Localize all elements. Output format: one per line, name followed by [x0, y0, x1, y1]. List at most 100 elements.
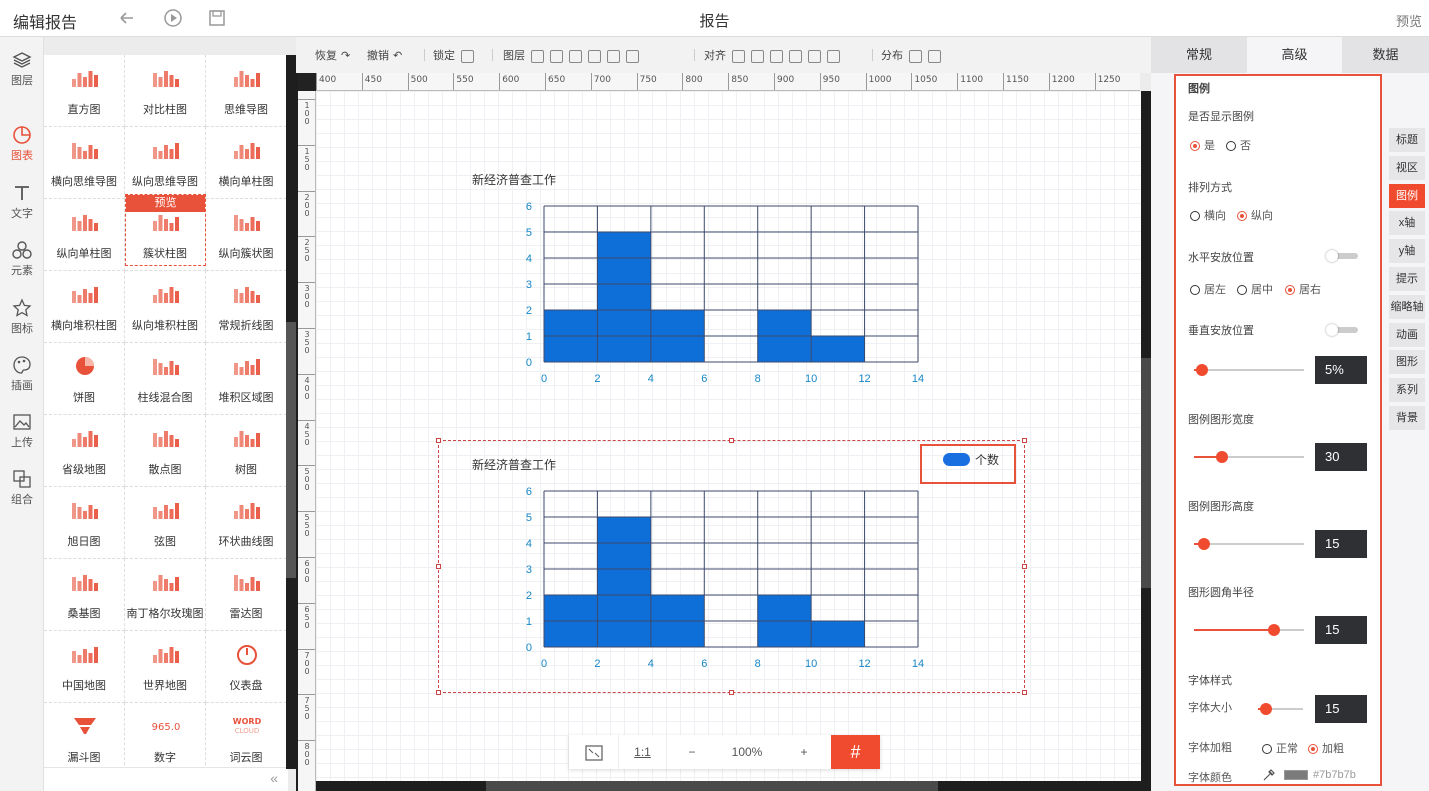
nav-elements[interactable]: 元素: [0, 232, 44, 288]
palette-item-26[interactable]: 世界地图: [125, 631, 206, 703]
palette-item-25[interactable]: 中国地图: [44, 631, 125, 703]
align-top-icon[interactable]: [789, 49, 802, 63]
palette-item-3[interactable]: 思维导图: [206, 55, 287, 127]
resize-handle[interactable]: [729, 690, 734, 695]
tab-data[interactable]: 数据: [1342, 37, 1429, 73]
font-weight-normal[interactable]: 正常: [1262, 740, 1298, 756]
align-bottom-icon[interactable]: [827, 49, 840, 63]
palette-item-5[interactable]: 纵向思维导图: [125, 127, 206, 199]
palette-item-7[interactable]: 纵向单柱图: [44, 199, 125, 271]
palette-item-13[interactable]: 饼图: [44, 343, 125, 415]
align-buttons[interactable]: 对齐: [704, 47, 840, 63]
palette-item-17[interactable]: 散点图: [125, 415, 206, 487]
show-legend-yes[interactable]: 是: [1190, 137, 1215, 153]
resize-handle[interactable]: [436, 690, 441, 695]
resize-handle[interactable]: [436, 564, 441, 569]
palette-item-28[interactable]: 漏斗图: [44, 703, 125, 775]
tab-general[interactable]: 常规: [1151, 37, 1247, 73]
layer-top-icon[interactable]: [569, 49, 582, 63]
show-legend-no[interactable]: 否: [1226, 137, 1251, 153]
palette-item-20[interactable]: 弦图: [125, 487, 206, 559]
resize-handle[interactable]: [729, 438, 734, 443]
h-pos-center[interactable]: 居中: [1237, 281, 1273, 297]
palette-item-24[interactable]: 雷达图: [206, 559, 287, 631]
nav-text[interactable]: 文字: [0, 175, 44, 231]
font-size-slider[interactable]: [1258, 703, 1303, 715]
distribute-buttons[interactable]: 分布: [881, 47, 941, 63]
redo-button[interactable]: 恢复 ↷: [315, 47, 350, 63]
nav-layers[interactable]: 图层: [0, 42, 44, 98]
side-tab-11[interactable]: 背景: [1389, 406, 1425, 430]
palette-item-16[interactable]: 省级地图: [44, 415, 125, 487]
palette-item-29[interactable]: 965.0 数字: [125, 703, 206, 775]
nav-charts[interactable]: 图表: [0, 117, 44, 173]
nav-icons[interactable]: 图标: [0, 290, 44, 346]
side-tab-1[interactable]: 标题: [1389, 128, 1425, 152]
grid-toggle-button[interactable]: #: [831, 735, 880, 769]
palette-item-12[interactable]: 常规折线图: [206, 271, 287, 343]
undo-button[interactable]: 撤销 ↶: [367, 47, 402, 63]
h-pos-left[interactable]: 居左: [1190, 281, 1226, 297]
nav-upload[interactable]: 上传: [0, 404, 44, 460]
resize-handle[interactable]: [1022, 438, 1027, 443]
side-tab-5[interactable]: y轴: [1389, 239, 1425, 264]
item-height-value[interactable]: 15: [1315, 530, 1367, 558]
palette-item-4[interactable]: 横向思维导图: [44, 127, 125, 199]
side-tab-10[interactable]: 系列: [1389, 378, 1425, 403]
preview-button[interactable]: 预览: [1396, 11, 1422, 30]
palette-item-6[interactable]: 横向单柱图: [206, 127, 287, 199]
side-tab-8[interactable]: 动画: [1389, 322, 1425, 347]
palette-item-23[interactable]: 南丁格尔玫瑰图: [125, 559, 206, 631]
palette-item-22[interactable]: 桑基图: [44, 559, 125, 631]
item-width-value[interactable]: 30: [1315, 443, 1367, 471]
palette-item-27[interactable]: 仪表盘: [206, 631, 287, 703]
v-pos-toggle[interactable]: [1326, 324, 1358, 336]
actual-size-button[interactable]: 1:1: [619, 735, 667, 769]
side-tab-2[interactable]: 视区: [1389, 155, 1425, 180]
font-weight-bold[interactable]: 加粗: [1308, 740, 1344, 756]
layer-bottom-icon[interactable]: [588, 49, 601, 63]
distribute-h-icon[interactable]: [909, 49, 922, 63]
zoom-out-button[interactable]: −: [667, 735, 717, 769]
align-right-icon[interactable]: [770, 49, 783, 63]
palette-item-19[interactable]: 旭日图: [44, 487, 125, 559]
copy-icon[interactable]: [626, 49, 639, 63]
font-color-value[interactable]: #7b7b7b: [1313, 769, 1356, 781]
collapse-icon[interactable]: «: [270, 770, 278, 786]
fit-screen-button[interactable]: [569, 735, 619, 769]
palette-item-21[interactable]: 环状曲线图: [206, 487, 287, 559]
resize-handle[interactable]: [1022, 564, 1027, 569]
orient-horizontal[interactable]: 横向: [1190, 207, 1226, 223]
align-center-icon[interactable]: [751, 49, 764, 63]
side-tab-3[interactable]: 图例: [1389, 183, 1425, 208]
resize-handle[interactable]: [436, 438, 441, 443]
distribute-v-icon[interactable]: [928, 49, 941, 63]
side-tab-4[interactable]: x轴: [1389, 211, 1425, 236]
font-size-value[interactable]: 15: [1315, 695, 1367, 723]
palette-item-15[interactable]: 堆积区域图: [206, 343, 287, 415]
palette-item-2[interactable]: 对比柱图: [125, 55, 206, 127]
preview-tag[interactable]: 预览: [126, 195, 205, 212]
eyedropper-icon[interactable]: [1262, 768, 1276, 785]
side-tab-7[interactable]: 缩略轴: [1389, 294, 1425, 319]
zoom-in-button[interactable]: +: [777, 735, 831, 769]
palette-item-11[interactable]: 纵向堆积柱图: [125, 271, 206, 343]
layer-buttons[interactable]: 图层: [503, 47, 639, 63]
radius-value[interactable]: 15: [1315, 616, 1367, 644]
radius-slider[interactable]: [1194, 624, 1304, 636]
palette-item-1[interactable]: 直方图: [44, 55, 125, 127]
v-pos-slider[interactable]: [1194, 364, 1304, 376]
align-left-icon[interactable]: [732, 49, 745, 63]
item-width-slider[interactable]: [1194, 451, 1304, 463]
side-tab-9[interactable]: 图形: [1389, 350, 1425, 375]
align-middle-icon[interactable]: [808, 49, 821, 63]
side-tab-6[interactable]: 提示: [1389, 267, 1425, 291]
lock-button[interactable]: 锁定: [433, 47, 474, 63]
h-pos-right[interactable]: 居右: [1285, 281, 1321, 297]
tab-advanced[interactable]: 高级: [1247, 37, 1342, 73]
palette-item-18[interactable]: 树图: [206, 415, 287, 487]
chart-1[interactable]: 新经济普查工作 0 1 2 3 4 5 6 0 2 4 6 8 10 12 14: [437, 140, 1025, 394]
h-pos-toggle[interactable]: [1326, 250, 1358, 262]
canvas-hscroll-thumb[interactable]: [486, 781, 938, 791]
palette-item-14[interactable]: 柱线混合图: [125, 343, 206, 415]
